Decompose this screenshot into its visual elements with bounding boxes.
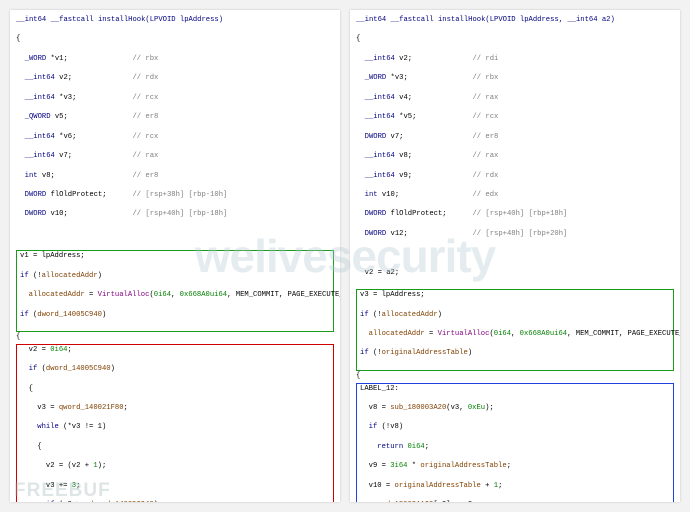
- sig-line: __int64 __fastcall installHook(LPVOID lp…: [16, 16, 334, 26]
- right-blue-box: LABEL_12: v8 = sub_180003A20(v3, 0xEu); …: [356, 383, 674, 502]
- right-panel: __int64 __fastcall installHook(LPVOID lp…: [350, 10, 680, 502]
- right-code: __int64 __fastcall installHook(LPVOID lp…: [356, 16, 674, 288]
- left-panel: __int64 __fastcall installHook(LPVOID lp…: [10, 10, 340, 502]
- right-green-box: v3 = lpAddress; if (!allocatedAddr) allo…: [356, 289, 674, 371]
- sig-line: __int64 __fastcall installHook(LPVOID lp…: [356, 16, 674, 26]
- left-code: __int64 __fastcall installHook(LPVOID lp…: [16, 16, 334, 249]
- left-green-box: v1 = lpAddress; if (!allocatedAddr) allo…: [16, 250, 334, 332]
- watermark-freebuf: FREEBUF: [14, 478, 111, 504]
